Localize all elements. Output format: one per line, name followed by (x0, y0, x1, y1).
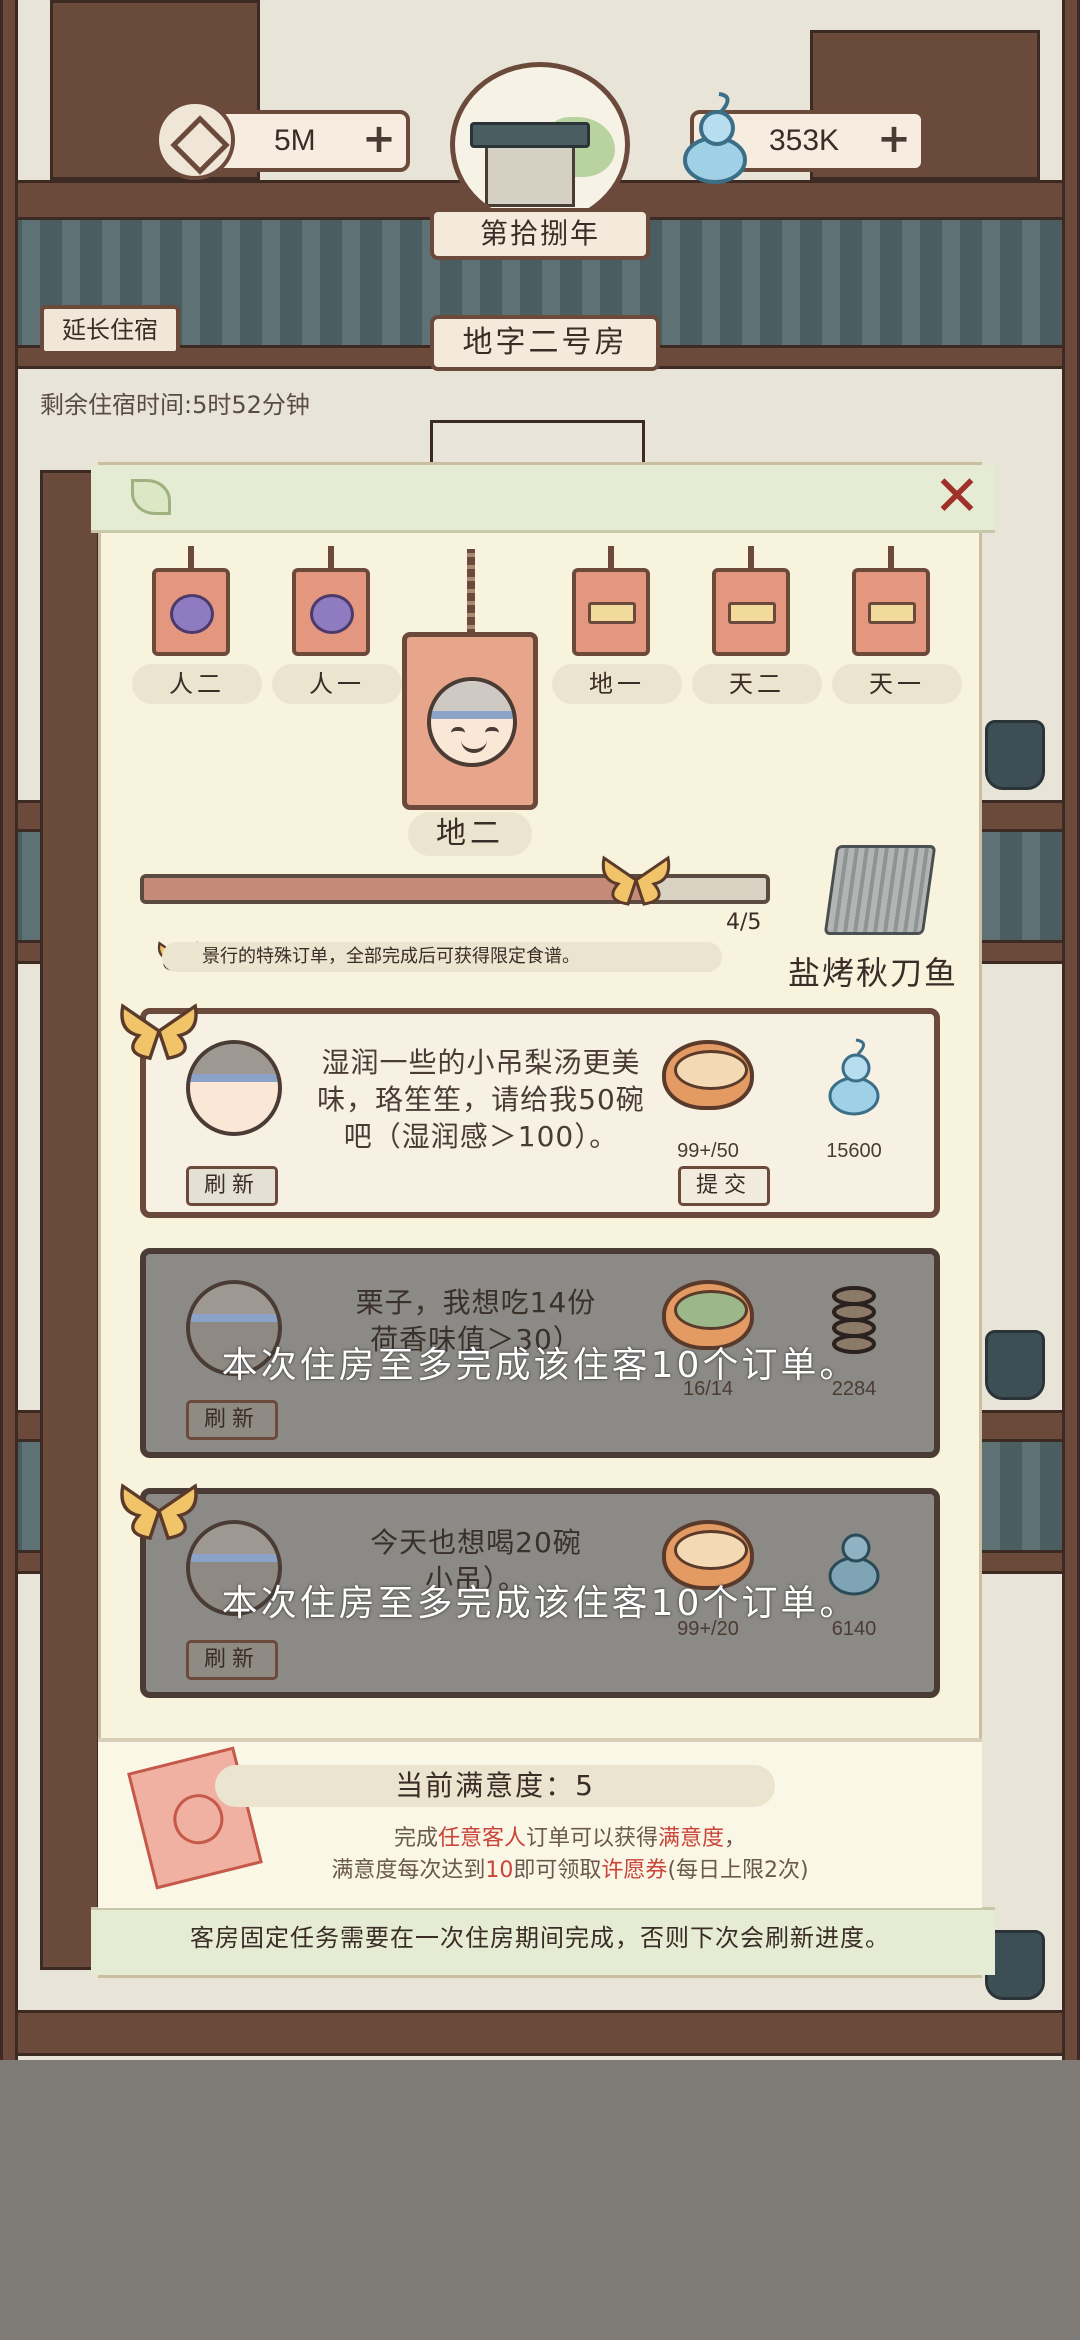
jar (985, 720, 1045, 790)
guest-tag-label: 人二 (132, 664, 262, 704)
guest-tag-label: 天二 (692, 664, 822, 704)
remaining-time: 剩余住宿时间:5时52分钟 (40, 391, 310, 419)
leaf-icon (131, 479, 171, 515)
order-limit-toast: 本次住房至多完成该住客10个订单。 (221, 1583, 859, 1624)
extend-stay-button[interactable]: 延长住宿 (40, 305, 180, 355)
order-dish-count: 99+/50 (677, 1140, 739, 1162)
refresh-order-button[interactable]: 刷新 (186, 1166, 278, 1206)
satisfaction-rule-line1: 完成任意客人订单可以获得满意度， (393, 1826, 747, 1851)
cabinet (40, 470, 100, 1970)
progress-count: 4/5 (726, 910, 762, 935)
satisfaction-rule-line2: 满意度每次达到10即可领取许愿券(每日上限2次) (331, 1858, 809, 1883)
tray-icon (728, 602, 776, 624)
add-coins-button[interactable]: + (362, 119, 396, 159)
guest-tag-label: 天一 (832, 664, 962, 704)
satisfaction-title: 当前满意度：5 (215, 1765, 775, 1807)
butterfly-icon (120, 1003, 198, 1061)
active-guest-tag[interactable] (402, 549, 538, 810)
guest-tag-ren2[interactable] (152, 546, 230, 656)
spirit-gourd-icon (828, 1038, 880, 1116)
spirit-value: 353K (769, 124, 840, 157)
order-request-text: 湿润一些的小吊梨汤更美味，珞笙笙，请给我50碗吧（湿润感＞100）。 (317, 1046, 645, 1153)
guest-tag-ren1[interactable] (292, 546, 370, 656)
year-plate: 第拾捌年 (430, 208, 650, 260)
inn-emblem[interactable] (450, 62, 630, 227)
spirit-gourd-icon (683, 92, 747, 184)
pear-soup-bowl-icon (662, 1040, 754, 1110)
pillar (0, 0, 18, 2060)
coin-value: 5M (274, 124, 316, 157)
butterfly-icon (601, 855, 671, 906)
purple-fruit-icon (310, 594, 354, 634)
close-button[interactable]: ✕ (931, 469, 983, 525)
reward-recipe-name: 盐烤秋刀鱼 (788, 954, 959, 992)
purple-fruit-icon (170, 594, 214, 634)
order-card: 刷新 湿润一些的小吊梨汤更美味，珞笙笙，请给我50碗吧（湿润感＞100）。 99… (140, 1008, 940, 1218)
tray-icon (588, 602, 636, 624)
submit-order-button[interactable]: 提交 (678, 1166, 770, 1206)
guest-tag-label: 人一 (272, 664, 402, 704)
recipe-scroll-icon[interactable] (823, 845, 937, 935)
guest-avatar (427, 677, 517, 767)
refresh-order-button[interactable]: 刷新 (186, 1640, 278, 1680)
order-reward-value: 15600 (826, 1140, 882, 1162)
room-task-footer-note: 客房固定任务需要在一次住房期间完成，否则下次会刷新进度。 (190, 1924, 890, 1952)
guest-tag-tian2[interactable] (712, 546, 790, 656)
guest-tag-label: 地一 (552, 664, 682, 704)
panel-header-bar: ✕ (91, 465, 995, 533)
order-progress-fill (144, 878, 642, 900)
add-spirit-button[interactable]: + (877, 119, 911, 159)
guest-tag-tian1[interactable] (852, 546, 930, 656)
refresh-order-button[interactable]: 刷新 (186, 1400, 278, 1440)
floor-beam (0, 2010, 1080, 2056)
house-roof (470, 122, 590, 148)
butterfly-icon (120, 1483, 198, 1541)
guest-tag-di1[interactable] (572, 546, 650, 656)
room-name-plate: 地字二号房 (430, 315, 660, 371)
order-limit-toast: 本次住房至多完成该住客10个订单。 (221, 1345, 859, 1386)
special-order-note: 景行的特殊订单，全部完成后可获得限定食谱。 (162, 942, 722, 972)
order-progress-bar (140, 874, 770, 904)
active-guest-label: 地二 (408, 812, 532, 856)
tray-icon (868, 602, 916, 624)
pillar (1062, 0, 1080, 2060)
screen-bottom (0, 2060, 1080, 2340)
coin-icon (155, 100, 235, 180)
